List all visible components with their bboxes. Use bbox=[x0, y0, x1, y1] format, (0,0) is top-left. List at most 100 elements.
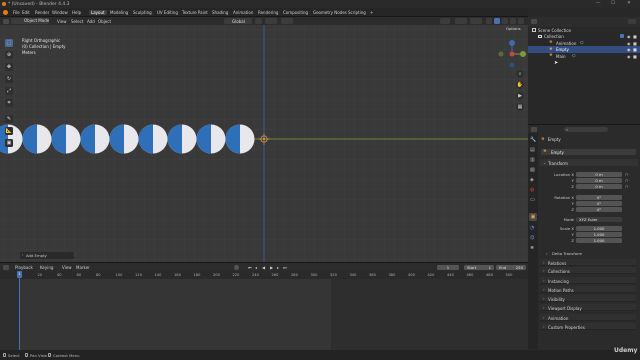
playhead[interactable]: 1 bbox=[17, 271, 22, 278]
annotate-tool-icon[interactable]: ✎ bbox=[5, 115, 13, 123]
panel-collections[interactable]: › Collections bbox=[540, 267, 636, 274]
props-editor-icon[interactable] bbox=[531, 127, 537, 132]
menu-render[interactable]: Render bbox=[35, 10, 49, 15]
lock-location-z-icon[interactable]: ⊓ · bbox=[625, 184, 637, 190]
jump-start-icon[interactable]: ⏮ bbox=[248, 265, 252, 270]
close-icon[interactable]: ✕ bbox=[627, 1, 631, 6]
output-tab-icon[interactable]: ▥ bbox=[530, 157, 535, 163]
next-key-icon[interactable]: ▸ bbox=[277, 265, 279, 270]
outliner-filter-icon[interactable] bbox=[628, 19, 636, 24]
measure-tool-icon[interactable]: 📐 bbox=[5, 127, 13, 135]
collection-tab-icon[interactable]: ▭ bbox=[530, 197, 535, 203]
blender-menu-icon[interactable] bbox=[3, 10, 8, 15]
panel-motion-paths[interactable]: › Motion Paths bbox=[540, 286, 636, 293]
editor-type-icon[interactable] bbox=[3, 18, 9, 24]
xray-toggle-icon[interactable] bbox=[486, 18, 492, 24]
scale-tool-icon[interactable]: ⤢ bbox=[5, 87, 13, 95]
transform-orientation-dropdown[interactable]: Global bbox=[224, 18, 252, 24]
location-y-field[interactable]: 0 m bbox=[576, 178, 622, 183]
rotation-x-field[interactable]: 0° bbox=[576, 195, 622, 200]
tl-menu-keying[interactable]: Keying bbox=[40, 265, 53, 270]
transform-panel-header[interactable]: ⌄ Transform bbox=[540, 159, 638, 166]
move-tool-icon[interactable]: ✥ bbox=[5, 63, 13, 71]
rotation-z-field[interactable]: 0° bbox=[576, 207, 622, 212]
3d-viewport[interactable]: Right Orthographic (0) Collection | Empt… bbox=[0, 25, 528, 262]
menu-file[interactable]: File bbox=[13, 10, 20, 15]
scene-tab-icon[interactable]: ◈ bbox=[530, 177, 534, 183]
eye-icon[interactable]: ◉ bbox=[627, 47, 631, 52]
tab-uv-editing[interactable]: UV Editing bbox=[155, 10, 180, 15]
prev-key-icon[interactable]: ◂ bbox=[255, 265, 257, 270]
camera-icon[interactable]: ■ bbox=[633, 34, 637, 39]
pivot-icon[interactable] bbox=[255, 18, 262, 24]
record-button[interactable] bbox=[234, 265, 239, 270]
panel-visibility[interactable]: › Visibility bbox=[540, 295, 636, 302]
scale-x-field[interactable]: 1.000 bbox=[576, 226, 622, 231]
vp-menu-add[interactable]: Add bbox=[87, 19, 95, 24]
shading-rendered-icon[interactable] bbox=[510, 18, 516, 24]
menu-window[interactable]: Window bbox=[52, 10, 68, 15]
location-x-field[interactable]: 0 m bbox=[576, 172, 622, 177]
panel-relations[interactable]: › Relations bbox=[540, 259, 636, 266]
visibility-icon[interactable] bbox=[440, 18, 450, 24]
timeline-editor-icon[interactable] bbox=[3, 265, 9, 270]
eye-icon[interactable]: ◉ bbox=[627, 54, 631, 59]
add-cube-tool-icon[interactable]: ▣ bbox=[5, 139, 13, 147]
eye-icon[interactable]: ◉ bbox=[627, 34, 631, 39]
menu-help[interactable]: Help bbox=[72, 10, 81, 15]
render-tab-icon[interactable]: ▤ bbox=[530, 147, 535, 153]
proportional-edit-icon[interactable] bbox=[281, 18, 293, 24]
panel-instancing[interactable]: › Instancing bbox=[540, 277, 636, 284]
shading-material-icon[interactable] bbox=[502, 18, 508, 24]
properties-search-field[interactable]: ⌕ bbox=[564, 127, 608, 132]
outliner-editor-icon[interactable] bbox=[531, 19, 537, 24]
panel-custom-properties[interactable]: › Custom Properties bbox=[540, 323, 636, 330]
add-workspace-icon[interactable]: + bbox=[370, 10, 373, 15]
last-operator-panel[interactable]: › Add Empty bbox=[20, 252, 74, 259]
transform-tool-icon[interactable]: ⌗ bbox=[5, 99, 13, 107]
camera-view-icon[interactable]: ▶ bbox=[516, 92, 524, 100]
mode-dropdown[interactable]: Object Mode bbox=[11, 18, 49, 24]
tl-menu-playback[interactable]: Playback bbox=[15, 265, 33, 270]
rotate-tool-icon[interactable]: ↻ bbox=[5, 75, 13, 83]
pan-icon[interactable]: ✋ bbox=[516, 81, 524, 89]
scale-y-field[interactable]: 1.000 bbox=[576, 232, 622, 237]
data-tab-icon[interactable]: ⋇ bbox=[530, 245, 534, 251]
object-tab-icon[interactable]: ▣ bbox=[529, 213, 537, 221]
shading-options-icon[interactable] bbox=[518, 18, 524, 24]
camera-icon[interactable]: ■ bbox=[633, 47, 637, 52]
tab-rendering[interactable]: Rendering bbox=[256, 10, 280, 15]
tab-shading[interactable]: Shading bbox=[210, 10, 230, 15]
tab-animation[interactable]: Animation bbox=[231, 10, 255, 15]
menu-edit[interactable]: Edit bbox=[22, 10, 30, 15]
tab-geometry-nodes[interactable]: Geometry Nodes bbox=[311, 10, 349, 15]
vp-menu-view[interactable]: View bbox=[57, 19, 67, 24]
tab-compositing[interactable]: Compositing bbox=[281, 10, 310, 15]
vp-menu-select[interactable]: Select bbox=[71, 19, 83, 24]
panel-viewport-display[interactable]: › Viewport Display bbox=[540, 304, 636, 311]
scale-z-field[interactable]: 1.000 bbox=[576, 238, 622, 243]
camera-icon[interactable]: ■ bbox=[633, 54, 637, 59]
tab-scripting[interactable]: Scripting bbox=[346, 10, 368, 15]
lock-icons[interactable]: ⊓ · ⊓ · ⊓ · bbox=[625, 172, 637, 244]
options-dropdown[interactable]: Options bbox=[504, 26, 526, 32]
perspective-toggle-icon[interactable]: ▦ bbox=[516, 103, 524, 111]
rotation-y-field[interactable]: 0° bbox=[576, 201, 622, 206]
maximize-icon[interactable]: ☐ bbox=[611, 1, 615, 6]
minimize-icon[interactable]: — bbox=[596, 1, 601, 6]
zoom-icon[interactable]: ⌕ bbox=[516, 70, 524, 78]
cursor-tool-icon[interactable]: ⊕ bbox=[5, 51, 13, 59]
constraints-tab-icon[interactable]: ⌬ bbox=[530, 235, 534, 241]
tab-modeling[interactable]: Modeling bbox=[108, 10, 130, 15]
jump-end-icon[interactable]: ⏭ bbox=[283, 265, 287, 270]
tool-tab-icon[interactable]: 🔧 bbox=[530, 137, 536, 143]
tab-sculpting[interactable]: Sculpting bbox=[131, 10, 154, 15]
tl-menu-marker[interactable]: Marker bbox=[76, 265, 90, 270]
tab-layout[interactable]: Layout bbox=[89, 9, 107, 15]
physics-tab-icon[interactable]: ◔ bbox=[530, 225, 534, 231]
panel-animation[interactable]: › Animation bbox=[540, 314, 636, 321]
gizmo-toggle-icon[interactable] bbox=[455, 18, 467, 24]
overlay-toggle-icon[interactable] bbox=[470, 18, 482, 24]
select-box-tool-icon[interactable]: ⬚ bbox=[5, 39, 13, 47]
play-icon[interactable]: ▶ bbox=[270, 265, 273, 270]
